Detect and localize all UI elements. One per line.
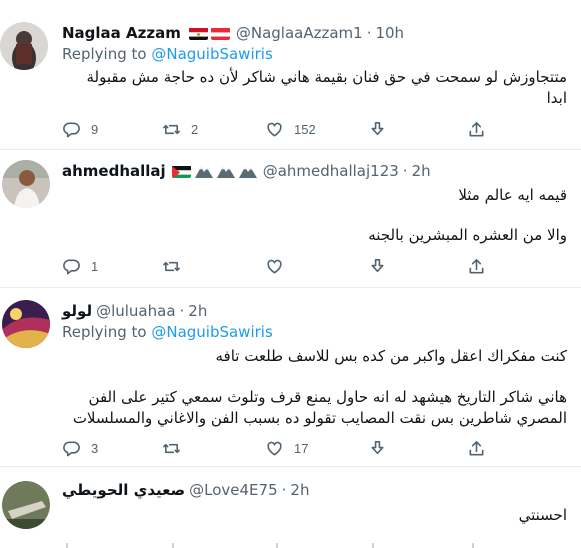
replying-to: Replying to @NaguibSawiris (62, 45, 273, 63)
tweet-header: Naglaa Azzam @NaglaaAzzam1 · 10h (62, 22, 404, 44)
tweet-text-line: متتجاوزش لو سمحت في حق فنان بقيمة هاني ش… (86, 68, 567, 86)
tweet-text-line: والا من العشره المبشرين بالجنه (368, 226, 567, 244)
replying-prefix: Replying to (62, 45, 152, 63)
downvote-button[interactable] (368, 119, 387, 139)
austria-flag-icon (210, 27, 230, 40)
tweet-text-line: احسنتي (518, 506, 567, 524)
retweet-icon (163, 443, 180, 453)
like-button[interactable] (265, 256, 284, 276)
timestamp[interactable]: 2h (412, 162, 431, 180)
replying-prefix: Replying to (62, 323, 152, 341)
down-arrow-icon (371, 258, 384, 272)
avatar[interactable] (2, 300, 50, 348)
action-bar-partial (0, 543, 581, 548)
separator-dot: · (366, 24, 372, 42)
like-count: 17 (294, 440, 309, 456)
separator-dot: · (179, 302, 185, 320)
like-button[interactable]: 152 (265, 119, 316, 139)
display-name[interactable]: ahmedhallaj (62, 162, 166, 180)
reply-icon (63, 441, 80, 456)
action-bar: 3 17 (62, 438, 512, 458)
display-name[interactable]: صعيدي الحويطي (62, 481, 185, 499)
avatar[interactable] (2, 160, 50, 208)
user-handle[interactable]: @Love4E75 (189, 481, 277, 499)
user-handle[interactable]: @luluahaa (96, 302, 175, 320)
reply-button[interactable]: 3 (62, 438, 98, 458)
reply-icon (63, 259, 80, 274)
tweet-luluahaa[interactable]: لولو @luluahaa · 2h Replying to @NaguibS… (0, 288, 581, 467)
retweet-icon (163, 124, 180, 134)
display-name[interactable]: Naglaa Azzam (62, 24, 181, 42)
timestamp[interactable]: 10h (375, 24, 404, 42)
separator-dot: · (402, 162, 408, 180)
share-button[interactable] (467, 256, 486, 276)
palestine-flag-icon (171, 165, 191, 178)
reply-count: 3 (91, 440, 99, 456)
like-button[interactable]: 17 (265, 438, 308, 458)
timestamp[interactable]: 2h (290, 481, 309, 499)
mention-link[interactable]: @NaguibSawiris (151, 323, 272, 341)
mountain-icon (238, 164, 257, 178)
retweet-button[interactable] (162, 256, 181, 276)
tweet-header: صعيدي الحويطي @Love4E75 · 2h (62, 479, 309, 501)
tweet-text-line: قيمه ايه عالم مثلا (458, 186, 567, 204)
separator-dot: · (281, 481, 287, 499)
tweet-ahmedhallaj[interactable]: ahmedhallaj @ahmedhallaj123 · 2h قيمه اي… (0, 150, 581, 288)
share-button[interactable] (467, 119, 486, 139)
heart-icon (267, 259, 282, 273)
reply-button[interactable]: 9 (62, 119, 98, 139)
reply-count: 9 (91, 121, 99, 137)
user-handle[interactable]: @NaglaaAzzam1 (236, 24, 363, 42)
tweet-text-line: ابدا (546, 89, 567, 107)
tweet-text-line: هاني شاكر التاريخ هيشهد له انه حاول يمنع… (88, 388, 567, 406)
user-handle[interactable]: @ahmedhallaj123 (263, 162, 399, 180)
reply-button[interactable]: 1 (62, 256, 98, 276)
tweet-text-line: كنت مفكراك اعقل واكبر من كده بس للاسف طل… (215, 347, 567, 365)
downvote-button[interactable] (368, 438, 387, 458)
mention-link[interactable]: @NaguibSawiris (151, 45, 272, 63)
tweet-naglaa[interactable]: Naglaa Azzam @NaglaaAzzam1 · 10h Replyin… (0, 0, 581, 150)
display-name[interactable]: لولو (62, 302, 92, 320)
retweet-count: 2 (191, 121, 199, 137)
share-icon (469, 258, 484, 273)
egypt-flag-icon (188, 27, 208, 40)
tweet-header: ahmedhallaj @ahmedhallaj123 · 2h (62, 160, 431, 182)
heart-icon (267, 122, 282, 136)
tweet-text-line: المصري شاطرين بس نقت المصايب تقولو ده بس… (72, 409, 567, 427)
reply-icon (63, 122, 80, 137)
share-icon (469, 440, 484, 455)
share-button[interactable] (467, 438, 486, 458)
action-bar: 1 (62, 256, 512, 276)
tweet-love4e75[interactable]: صعيدي الحويطي @Love4E75 · 2h احسنتي (0, 467, 581, 548)
replying-to: Replying to @NaguibSawiris (62, 323, 273, 341)
downvote-button[interactable] (368, 256, 387, 276)
mountain-icon (194, 164, 213, 178)
action-bar: 9 2 152 (62, 119, 512, 139)
share-icon (469, 121, 484, 136)
down-arrow-icon (371, 440, 384, 454)
avatar[interactable] (2, 481, 50, 529)
avatar[interactable] (0, 22, 48, 70)
tweet-header: لولو @luluahaa · 2h (62, 300, 207, 322)
like-count: 152 (294, 121, 316, 137)
retweet-icon (163, 261, 180, 271)
heart-icon (267, 441, 282, 455)
reply-count: 1 (91, 258, 99, 274)
retweet-button[interactable] (162, 438, 181, 458)
timestamp[interactable]: 2h (188, 302, 207, 320)
retweet-button[interactable]: 2 (162, 119, 198, 139)
mountain-icon (216, 164, 235, 178)
down-arrow-icon (371, 121, 384, 135)
